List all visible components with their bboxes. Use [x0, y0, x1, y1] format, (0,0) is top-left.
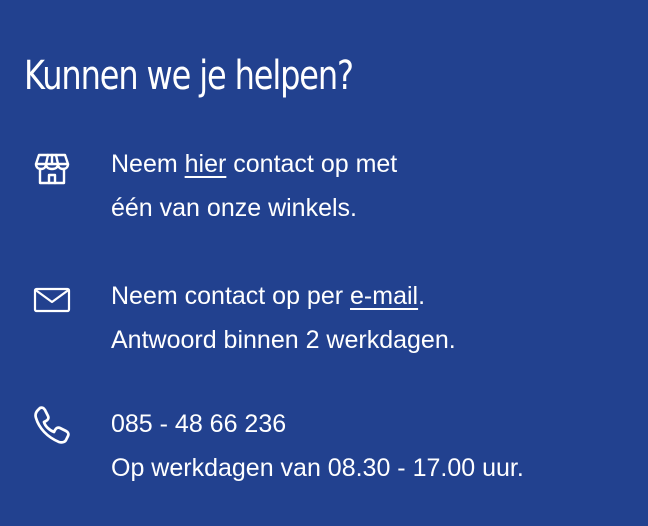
- store-contact-before-link: Neem: [111, 150, 185, 178]
- email-contact-line-1: Neem contact op per e-mail.: [111, 274, 456, 318]
- store-icon: [32, 148, 72, 188]
- email-contact-after-link: .: [418, 282, 426, 310]
- email-link[interactable]: e-mail: [350, 282, 418, 310]
- phone-icon: [32, 404, 72, 444]
- email-contact-text: Neem contact op per e-mail. Antwoord bin…: [111, 274, 456, 362]
- store-contact-line-1: Neem hier contact op met: [111, 142, 397, 186]
- email-contact-before-link: Neem contact op per: [111, 282, 351, 310]
- page-title: Kunnen we je helpen?: [24, 53, 354, 99]
- phone-number: 085 - 48 66 236: [111, 410, 287, 438]
- store-contact-text: Neem hier contact op met één van onze wi…: [111, 142, 397, 230]
- phone-hours: Op werkdagen van 08.30 - 17.00 uur.: [111, 454, 524, 482]
- mail-icon: [32, 278, 72, 318]
- email-response-time: Antwoord binnen 2 werkdagen.: [111, 326, 456, 354]
- store-contact-after-link: contact op met: [226, 150, 398, 178]
- store-contact-here-link[interactable]: hier: [185, 150, 227, 178]
- store-contact-line-2: één van onze winkels.: [111, 194, 357, 222]
- phone-contact-text: 085 - 48 66 236 Op werkdagen van 08.30 -…: [111, 402, 524, 490]
- contact-panel: Kunnen we je helpen? Neem hier contact o…: [0, 0, 648, 526]
